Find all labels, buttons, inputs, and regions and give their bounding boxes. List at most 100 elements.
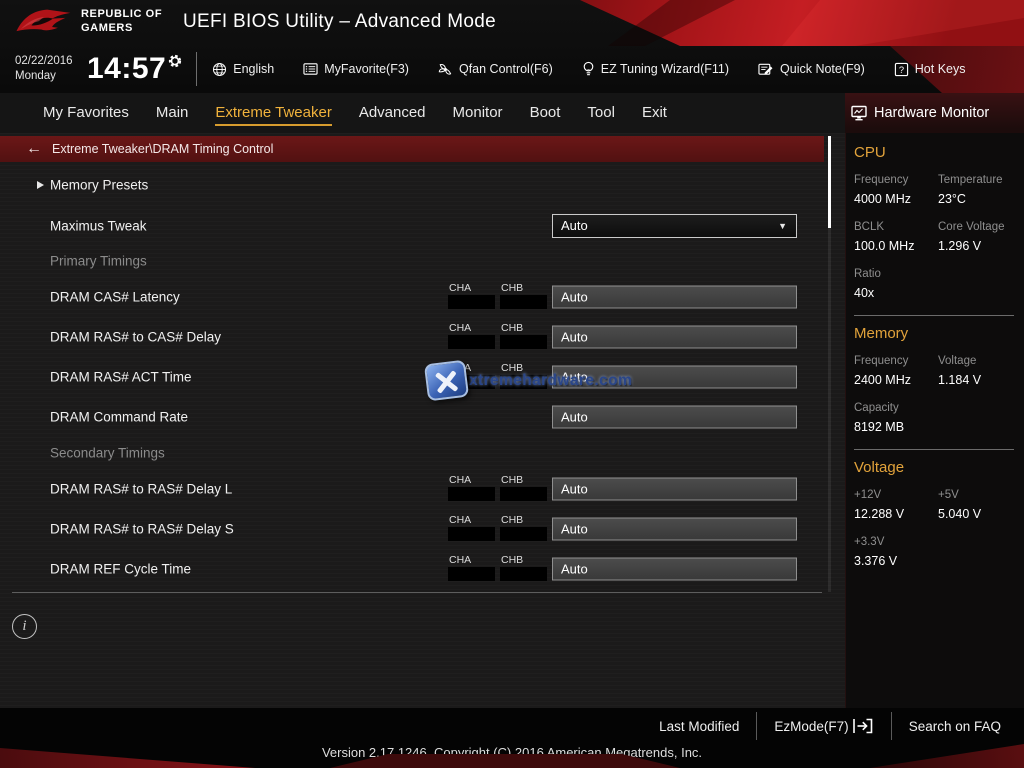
watermark-x-icon [423, 359, 470, 402]
setting-label: DRAM RAS# to RAS# Delay L [50, 481, 233, 497]
setting-label: DRAM RAS# to RAS# Delay S [50, 521, 234, 537]
channel-cha: CHA [448, 554, 495, 581]
channel-value-box [500, 487, 547, 501]
channel-chb: CHB [500, 474, 547, 501]
input-dram-ref-cycle-time[interactable]: Auto [552, 557, 797, 581]
footer-links: Last Modified EzMode(F7) Search on FAQ [642, 710, 1018, 742]
dropdown-maximus-tweak[interactable]: Auto ▼ [552, 214, 797, 238]
tab-tool[interactable]: Tool [587, 100, 615, 126]
hw-stat-label: +5V [938, 489, 959, 501]
hw-stat-5v: +5V 5.040 V [938, 489, 1022, 521]
last-modified-button[interactable]: Last Modified [642, 719, 756, 734]
setting-row-dram-ras-to-ras-delay-s[interactable]: DRAM RAS# to RAS# Delay S CHA CHB Auto [0, 509, 824, 549]
divider [196, 52, 198, 86]
input-dram-ras-to-cas-delay[interactable]: Auto [552, 325, 797, 349]
svg-text:?: ? [899, 64, 904, 74]
day-text: Monday [15, 70, 56, 82]
tab-my-favorites[interactable]: My Favorites [43, 100, 129, 126]
watermark-text: xtremehardware.com [469, 371, 633, 389]
divider [854, 315, 1014, 316]
input-dram-ras-to-ras-delay-l[interactable]: Auto [552, 477, 797, 501]
clock-time: 14:57 [87, 52, 167, 85]
channel-indicators: CHA CHB [448, 322, 547, 349]
tab-boot[interactable]: Boot [530, 100, 561, 126]
channel-label: CHA [449, 322, 472, 334]
setting-row-memory-presets[interactable]: Memory Presets [0, 162, 824, 207]
channel-label: CHB [501, 554, 524, 566]
setting-row-dram-ras-to-cas-delay[interactable]: DRAM RAS# to CAS# Delay CHA CHB Auto [0, 317, 824, 357]
hw-stat-value: 8192 MB [854, 420, 905, 434]
hardware-monitor-panel: CPU Frequency 4000 MHz Temperature 23°C BCLK 1… [845, 133, 1024, 708]
setting-row-dram-ras-act-time[interactable]: DRAM RAS# ACT TimeCHACHBAuto [0, 357, 824, 397]
hw-stat-label: Voltage [938, 355, 977, 367]
ezmode-label: EzMode(F7) [774, 718, 849, 734]
settings-rows: Memory Presets Maximus Tweak Auto ▼ Primary … [0, 162, 824, 589]
menu-qfan-control[interactable]: Qfan Control(F6) [438, 62, 553, 77]
setting-row-dram-command-rate[interactable]: DRAM Command Rate Auto [0, 397, 824, 437]
menu-language[interactable]: English [212, 62, 274, 77]
brand-line1: REPUBLIC OF [81, 8, 163, 21]
setting-label: DRAM CAS# Latency [50, 289, 180, 305]
back-arrow-icon[interactable]: ← [26, 140, 42, 158]
menu-quick-note[interactable]: Quick Note(F9) [758, 62, 865, 77]
setting-label: DRAM Command Rate [50, 409, 189, 425]
hw-stat-core-voltage: Core Voltage 1.296 V [938, 221, 1022, 253]
input-dram-command-rate[interactable]: Auto [552, 405, 797, 429]
channel-label: CHA [449, 554, 472, 566]
channel-label: CHA [449, 282, 472, 294]
setting-row-dram-ref-cycle-time[interactable]: DRAM REF Cycle Time CHA CHB Auto [0, 549, 824, 589]
red-swoosh-decoration [330, 754, 680, 768]
setting-row-primary-timings: Primary Timings [0, 245, 824, 277]
channel-value-box [500, 295, 547, 309]
channel-label: CHB [501, 474, 524, 486]
tab-advanced[interactable]: Advanced [359, 100, 426, 126]
date-block: 02/22/2016 Monday [15, 54, 81, 84]
gear-icon[interactable] [168, 54, 182, 68]
chevron-down-icon: ▼ [778, 221, 787, 231]
hw-section-title-voltage: Voltage [854, 459, 905, 476]
tab-exit[interactable]: Exit [642, 100, 667, 126]
channel-value-box [500, 527, 547, 541]
input-dram-ras-to-ras-delay-s[interactable]: Auto [552, 517, 797, 541]
hw-stat-value: 2400 MHz [854, 373, 911, 387]
setting-row-dram-cas-latency[interactable]: DRAM CAS# Latency CHA CHB Auto [0, 277, 824, 317]
menu-myfavorite[interactable]: MyFavorite(F3) [303, 62, 409, 76]
top-menu: English MyFavorite(F3) Qfan Control(F6) … [212, 61, 966, 77]
channel-chb: CHB [500, 514, 547, 541]
setting-row-dram-ras-to-ras-delay-l[interactable]: DRAM RAS# to RAS# Delay L CHA CHB Auto [0, 469, 824, 509]
hw-stat-label: Core Voltage [938, 221, 1005, 233]
globe-icon [213, 62, 227, 76]
hardware-monitor-header: Hardware Monitor [845, 93, 1024, 133]
channel-value-box [448, 335, 495, 349]
divider [854, 449, 1014, 450]
setting-label: DRAM RAS# ACT Time [50, 369, 192, 385]
search-on-faq-button[interactable]: Search on FAQ [892, 719, 1018, 734]
scrollbar-thumb[interactable] [828, 136, 831, 228]
quick-note-icon [758, 63, 773, 75]
hw-stat-value: 3.376 V [854, 554, 898, 568]
ezmode-button[interactable]: EzMode(F7) [757, 718, 890, 734]
setting-label: DRAM REF Cycle Time [50, 561, 192, 577]
tab-main[interactable]: Main [156, 100, 189, 126]
hw-stat-label: +12V [854, 489, 882, 501]
menu-hot-keys[interactable]: ? Hot Keys [894, 62, 966, 77]
menu-label: Qfan Control(F6) [458, 62, 553, 76]
input-dram-cas-latency[interactable]: Auto [552, 285, 797, 309]
setting-value: Auto [561, 329, 588, 345]
menu-ez-tuning-wizard[interactable]: EZ Tuning Wizard(F11) [582, 61, 729, 77]
setting-row-maximus-tweak[interactable]: Maximus Tweak Auto ▼ [0, 207, 824, 245]
ezmode-exit-icon [852, 718, 872, 734]
hw-stat-row: BCLK 100.0 MHz Core Voltage 1.296 V [854, 221, 1024, 253]
breadcrumb[interactable]: ← Extreme Tweaker\DRAM Timing Control [0, 136, 824, 162]
hw-section-title-memory: Memory [854, 325, 909, 342]
ez-tuning-icon [583, 61, 594, 76]
channel-cha: CHA [448, 322, 495, 349]
hw-stat-value: 5.040 V [938, 507, 982, 521]
hw-stat-temperature: Temperature 23°C [938, 174, 1022, 206]
channel-chb: CHB [500, 322, 547, 349]
tab-extreme-tweaker[interactable]: Extreme Tweaker [215, 100, 332, 126]
channel-chb: CHB [500, 282, 547, 309]
hw-stat-row: Frequency 4000 MHz Temperature 23°C [854, 174, 1024, 206]
hw-stat-label: Ratio [854, 268, 881, 280]
tab-monitor[interactable]: Monitor [453, 100, 503, 126]
